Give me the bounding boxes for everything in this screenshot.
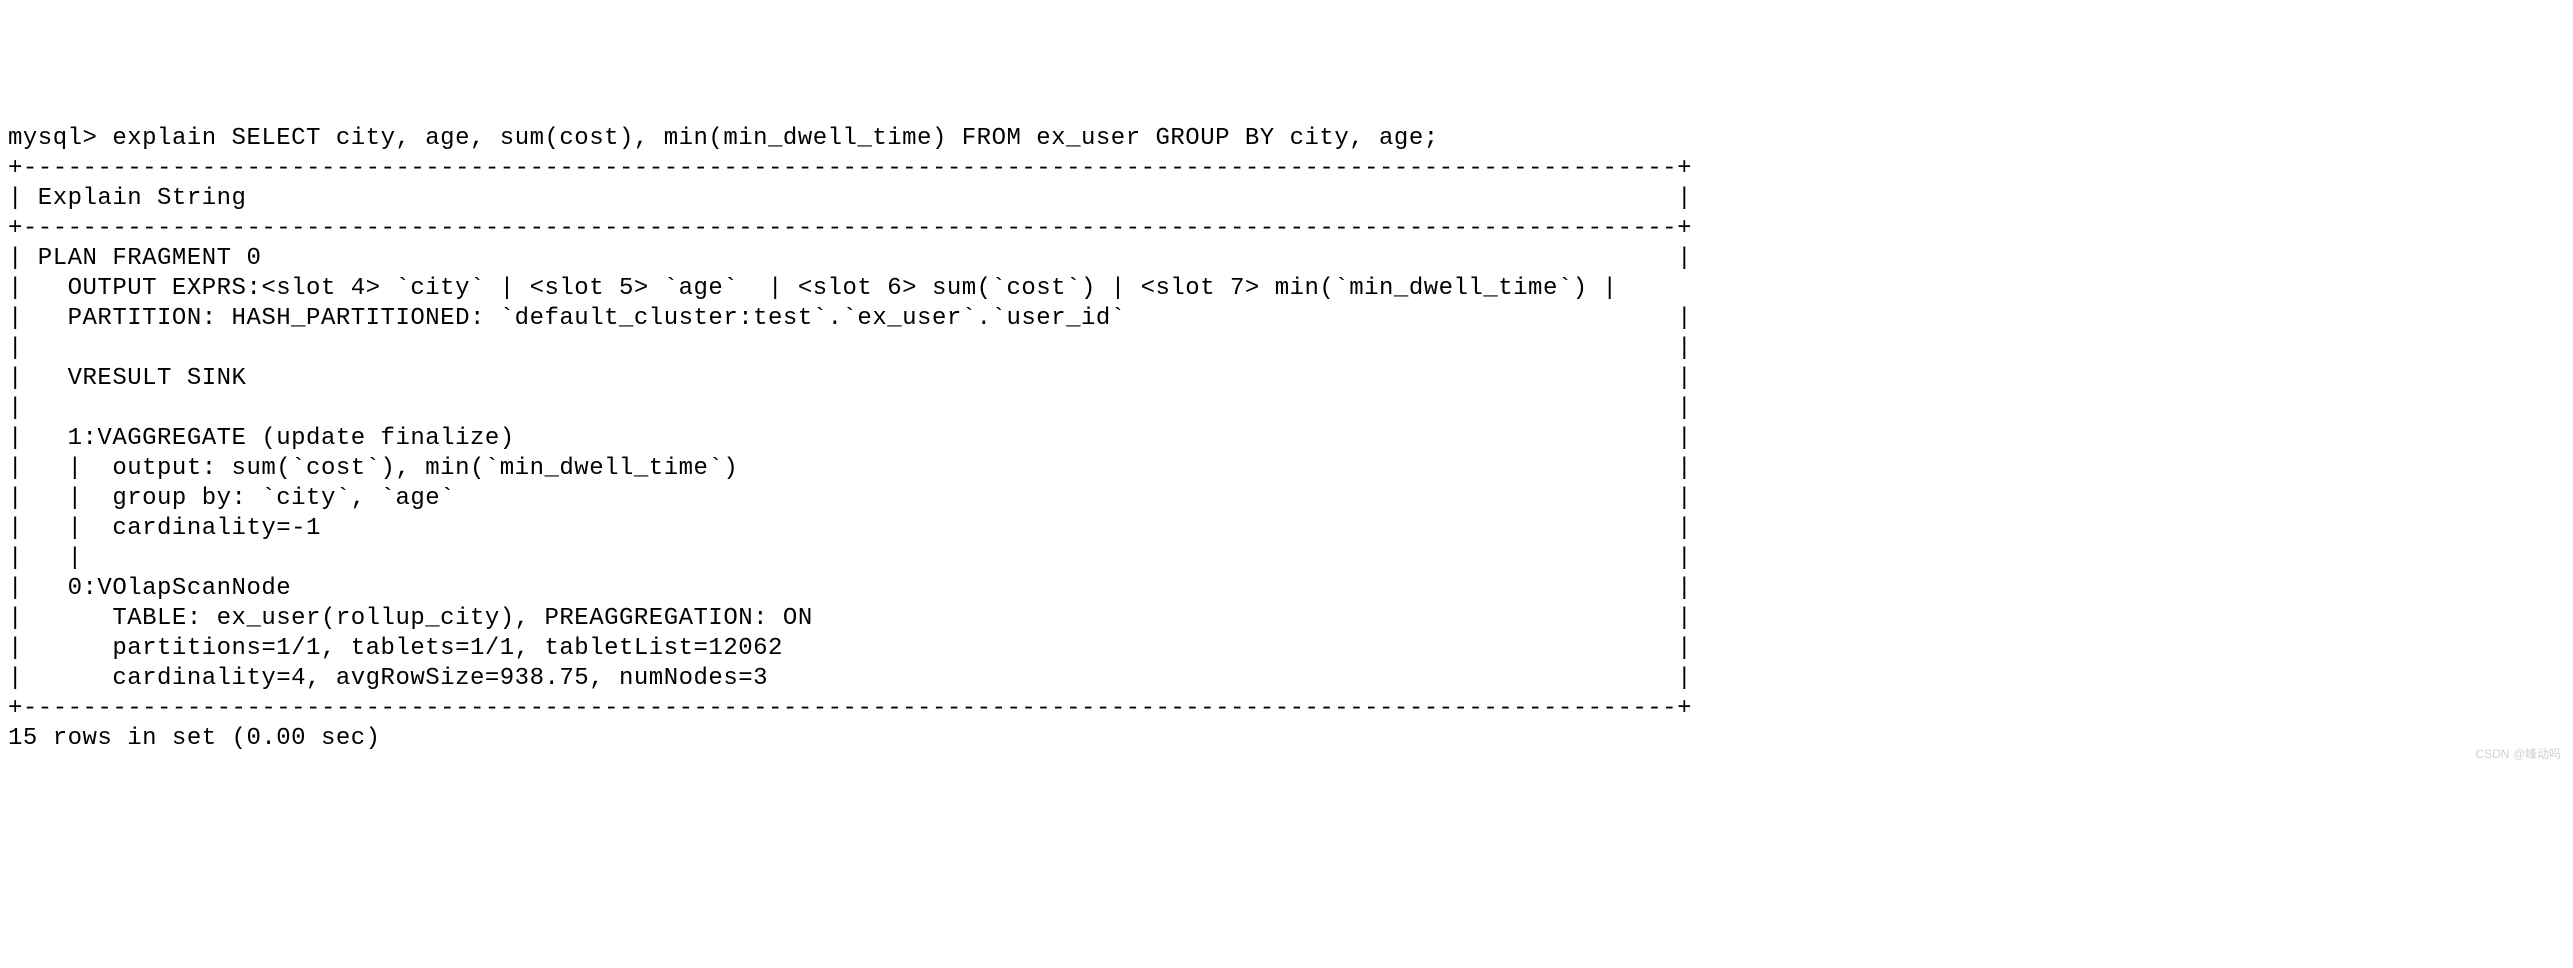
- table-border-bottom: +---------------------------------------…: [8, 695, 1692, 722]
- plan-line: | VRESULT SINK |: [8, 365, 1692, 392]
- table-border-top: +---------------------------------------…: [8, 155, 1692, 182]
- plan-line: | PARTITION: HASH_PARTITIONED: `default_…: [8, 305, 1692, 332]
- plan-line: | OUTPUT EXPRS:<slot 4> `city` | <slot 5…: [8, 275, 1617, 302]
- table-header-row: | Explain String |: [8, 185, 1692, 212]
- plan-line: | TABLE: ex_user(rollup_city), PREAGGREG…: [8, 605, 1692, 632]
- watermark: CSDN @峰动吗: [2475, 747, 2561, 762]
- plan-line: | | group by: `city`, `age` |: [8, 485, 1692, 512]
- plan-line: | | output: sum(`cost`), min(`min_dwell_…: [8, 455, 1692, 482]
- mysql-prompt: mysql>: [8, 125, 112, 152]
- plan-line: | PLAN FRAGMENT 0 |: [8, 245, 1692, 272]
- terminal-output: mysql> explain SELECT city, age, sum(cos…: [8, 124, 2565, 754]
- result-footer: 15 rows in set (0.00 sec): [8, 725, 381, 752]
- plan-line: | 1:VAGGREGATE (update finalize) |: [8, 425, 1692, 452]
- plan-line: | partitions=1/1, tablets=1/1, tabletLis…: [8, 635, 1692, 662]
- plan-line: | |: [8, 335, 1692, 362]
- plan-line: | 0:VOlapScanNode |: [8, 575, 1692, 602]
- sql-command: explain SELECT city, age, sum(cost), min…: [112, 125, 1438, 152]
- table-border-mid: +---------------------------------------…: [8, 215, 1692, 242]
- plan-line: | | cardinality=-1 |: [8, 515, 1692, 542]
- plan-line: | cardinality=4, avgRowSize=938.75, numN…: [8, 665, 1692, 692]
- plan-line: | | |: [8, 545, 1692, 572]
- plan-line: | |: [8, 395, 1692, 422]
